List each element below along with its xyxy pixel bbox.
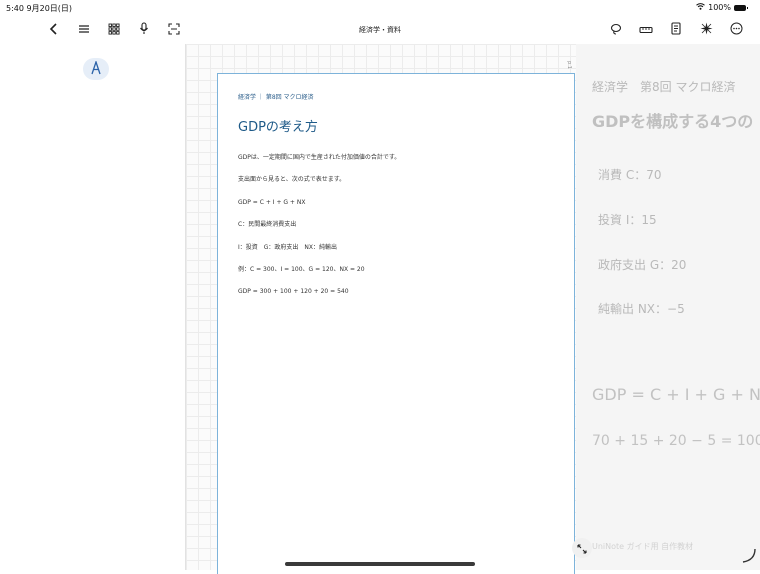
panel-title: GDPを構成する4つの: [592, 112, 754, 131]
status-date: 9月20日(日): [26, 4, 73, 13]
left-rail: [0, 44, 185, 570]
page-template-button[interactable]: [664, 18, 688, 42]
wifi-icon: [696, 3, 705, 12]
resize-handle-icon[interactable]: [741, 548, 757, 568]
panel-item: 純輸出 NX：−5: [598, 302, 685, 316]
compass-pen-icon: [90, 59, 102, 79]
page-line: GDP = 300 + 100 + 120 + 20 = 540: [238, 288, 349, 296]
page-line: I：投資 G：政府支出 NX：純輸出: [238, 243, 338, 251]
toolbar-right-group: [604, 18, 748, 42]
presentation-panel[interactable]: 経済学 第8回 マクロ経済 GDPを構成する4つの 消費 C：70 投資 I：1…: [576, 44, 760, 570]
panel-formula: GDP = C + I + G + NX: [592, 385, 760, 404]
page-line: GDPは、一定期間に国内で生産された付加価値の合計です。: [238, 154, 401, 161]
panel-item: 消費 C：70: [598, 168, 662, 182]
home-indicator[interactable]: [285, 562, 475, 566]
page-line: 支出面から見ると、次の式で表せます。: [238, 176, 346, 184]
page-title: GDPの考え方: [238, 120, 318, 135]
more-icon: [730, 22, 743, 38]
lasso-button[interactable]: [604, 18, 628, 42]
sparkle-button[interactable]: [694, 18, 718, 42]
more-button[interactable]: [724, 18, 748, 42]
page-line: GDP = C + I + G + NX: [238, 198, 306, 206]
battery-icon: [734, 4, 748, 11]
page-line: 例：C = 300、I = 100、G = 120、NX = 20: [238, 265, 365, 273]
panel-item: 投資 I：15: [598, 213, 657, 227]
expand-icon: [577, 539, 587, 558]
sparkle-icon: [700, 22, 713, 38]
status-right: 100%: [696, 3, 748, 12]
ruler-icon: [639, 23, 653, 37]
note-page[interactable]: p.1 経済学 ｜ 第8回 マクロ経済 GDPの考え方 GDPは、一定期間に国内…: [217, 61, 575, 574]
battery-percent: 100%: [708, 3, 731, 12]
top-toolbar: 経済学・資料: [0, 16, 760, 44]
page-header: 経済学 ｜ 第8回 マクロ経済: [238, 94, 314, 101]
panel-item: 政府支出 G：20: [598, 258, 687, 272]
panel-footer: UniNote ガイド用 自作教材: [592, 542, 694, 551]
page-body: GDPは、一定期間に国内で生産された付加価値の合計です。 支出面から見ると、次の…: [238, 154, 400, 311]
page-number: p.1: [566, 61, 573, 69]
page-template-icon: [670, 22, 682, 38]
pen-tool-button[interactable]: [83, 58, 109, 80]
lasso-icon: [610, 23, 622, 38]
page-line: C：民間最終消費支出: [238, 221, 297, 229]
panel-calc: 70 + 15 + 20 − 5 = 100: [592, 433, 760, 449]
ruler-button[interactable]: [634, 18, 658, 42]
status-bar: 5:40 9月20日(日) 100%: [0, 0, 760, 16]
panel-subtitle: 経済学 第8回 マクロ経済: [592, 80, 736, 94]
expand-button[interactable]: [572, 538, 592, 558]
status-time: 5:40 9月20日(日): [6, 3, 72, 14]
status-clock: 5:40: [6, 4, 24, 13]
